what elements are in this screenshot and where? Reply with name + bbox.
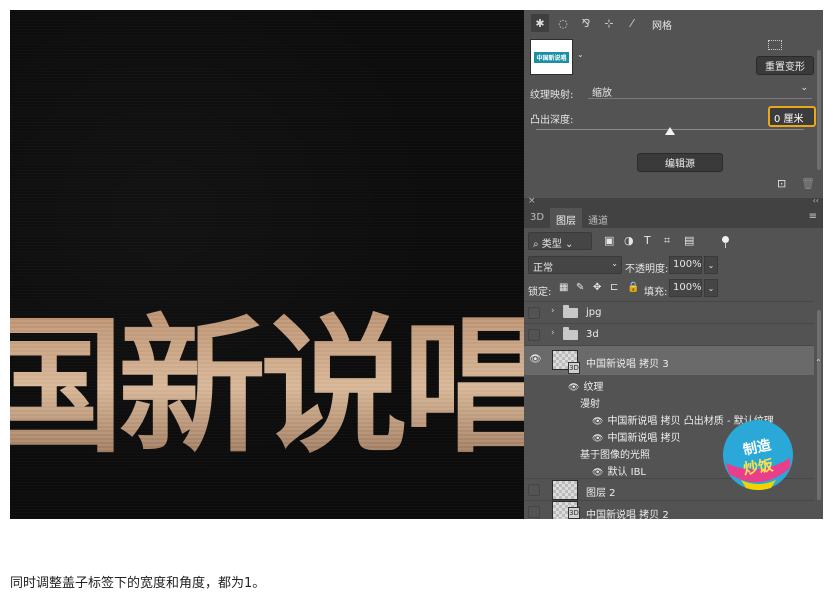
sublayer-label: 默认 IBL: [607, 467, 646, 478]
chevron-down-icon[interactable]: ⌄: [704, 256, 718, 274]
properties-layers-panel: ✱ ◌ ⅋ ⊹ ⁄ 网格 中国新说唱 ⌄ 重置变形 纹理映射: 缩放 ⌄ 凸出深…: [524, 10, 823, 519]
filter-type-label: 类型: [541, 239, 562, 250]
svg-text:国新说唱: 国新说唱: [10, 301, 536, 472]
panel-menu-icon[interactable]: ≡: [809, 211, 817, 222]
brush-icon[interactable]: ⁄: [623, 14, 641, 32]
eye-icon[interactable]: 👁: [592, 434, 603, 444]
folder-icon: [563, 327, 578, 340]
depth-slider-thumb[interactable]: [665, 127, 675, 135]
chevron-down-icon: ⌄: [611, 259, 618, 268]
thumb-label: 中国新说唱: [534, 51, 569, 63]
mesh-mode-icon[interactable]: ✱: [531, 14, 549, 32]
sublayer-label: 中国新说唱 拷贝: [607, 433, 681, 444]
fill-label: 填充:: [644, 287, 668, 298]
texture-mapping-label: 纹理映射:: [530, 90, 574, 101]
trash-icon[interactable]: 🗑: [801, 177, 815, 190]
edit-source-button[interactable]: 编辑源: [637, 153, 723, 172]
chevron-right-icon[interactable]: ›: [551, 328, 555, 338]
sublayer-texture[interactable]: 👁 纹理: [568, 378, 603, 393]
layer-row-selected[interactable]: 👁 3D 中国新说唱 拷贝 3: [524, 345, 814, 375]
eye-icon[interactable]: 👁: [529, 354, 542, 365]
3d-layer-icon: 3D: [568, 507, 580, 519]
opacity-input[interactable]: 100%: [669, 256, 702, 274]
type-filter-icon[interactable]: T: [644, 234, 651, 247]
sublayer-cut-off: 纹理: [580, 515, 600, 519]
folder-icon: [563, 305, 578, 318]
image-filter-icon[interactable]: ▣: [604, 234, 614, 247]
sublayer-label: 基于图像的光照: [580, 450, 650, 461]
3d-layer-icon: 3D: [568, 362, 580, 374]
sublayer-copy[interactable]: 👁 中国新说唱 拷贝: [592, 429, 681, 444]
extrusion-depth-input[interactable]: 0 厘米: [768, 106, 816, 127]
layer-row[interactable]: 3D 中国新说唱 拷贝 2: [524, 500, 814, 519]
mesh-preview-thumbnail[interactable]: 中国新说唱: [530, 39, 573, 75]
layer-name: jpg: [586, 307, 602, 318]
sublayer-label: 纹理: [583, 382, 604, 393]
sublayer-ibl-default[interactable]: 👁 默认 IBL: [592, 463, 646, 478]
layer-row[interactable]: › 3d: [524, 323, 814, 345]
filter-toggle-stem: [725, 242, 726, 248]
layers-panel-header: × ‹‹: [524, 196, 823, 208]
texture-mapping-select[interactable]: 缩放 ⌄: [588, 81, 812, 99]
tab-3d[interactable]: 3D: [524, 208, 550, 228]
chevron-down-icon[interactable]: ⌄: [577, 50, 584, 59]
visibility-toggle[interactable]: [528, 484, 540, 496]
shape-filter-icon[interactable]: ⌗: [664, 234, 670, 248]
lock-artboard-icon[interactable]: ⊏: [610, 282, 618, 293]
blend-mode-select[interactable]: 正常 ⌄: [528, 256, 622, 274]
chevron-down-icon[interactable]: ⌄: [704, 279, 718, 297]
tab-layers[interactable]: 图层: [550, 208, 582, 228]
artwork-3d-text: 国新说唱 国新说唱: [10, 301, 536, 472]
eye-icon[interactable]: 👁: [592, 468, 603, 478]
collapse-icon[interactable]: ‹‹: [813, 196, 819, 205]
properties-scrollbar[interactable]: [817, 50, 821, 170]
layer-thumbnail: [552, 480, 578, 500]
screenshot: 国新说唱 国新说唱 ✱ ◌ ⅋ ⊹ ⁄ 网格 中国新说唱 ⌄ 重置变形 纹理映射…: [10, 10, 823, 519]
deform-icon[interactable]: ◌: [554, 14, 572, 32]
opacity-label: 不透明度:: [625, 264, 669, 275]
layers-tabs: 3D 图层 通道 ≡: [524, 208, 823, 228]
smart-object-filter-icon[interactable]: ▤: [684, 234, 694, 247]
close-icon[interactable]: ×: [528, 196, 536, 206]
visibility-toggle[interactable]: [528, 329, 540, 341]
lock-pixels-icon[interactable]: ✎: [576, 282, 584, 293]
reset-deform-button[interactable]: 重置变形: [756, 56, 814, 75]
layer-name: 中国新说唱 拷贝 3: [586, 359, 669, 370]
extrusion-depth-label: 凸出深度:: [530, 115, 574, 126]
grid-icon: [768, 40, 782, 50]
eye-icon[interactable]: 👁: [568, 383, 579, 393]
cap-icon[interactable]: ⅋: [577, 14, 595, 32]
layer-filter-select[interactable]: ⌕ 类型 ⌄: [528, 232, 592, 250]
layers-scrollbar[interactable]: [817, 310, 821, 500]
sublayer-diffuse[interactable]: 漫射: [580, 395, 600, 410]
chevron-up-icon[interactable]: ⌃: [815, 358, 822, 367]
sublayer-ibl-group[interactable]: 基于图像的光照: [580, 446, 650, 461]
chevron-down-icon: ⌄: [800, 83, 808, 93]
lock-all-icon[interactable]: 🔒: [627, 282, 639, 293]
layer-row[interactable]: › jpg: [524, 301, 814, 323]
visibility-toggle[interactable]: [528, 506, 540, 518]
watermark-logo: 制造 炒饭: [723, 420, 793, 490]
adjustment-filter-icon[interactable]: ◑: [624, 234, 634, 247]
render-icon[interactable]: ⊡: [777, 177, 786, 190]
texture-mapping-value: 缩放: [592, 88, 612, 99]
layer-name: 3d: [586, 329, 599, 340]
sublayer-label: 漫射: [580, 399, 600, 410]
mesh-label: 网格: [652, 21, 672, 32]
visibility-toggle[interactable]: [528, 307, 540, 319]
chevron-right-icon[interactable]: ›: [551, 306, 555, 316]
lock-transparency-icon[interactable]: ▦: [559, 282, 568, 293]
layer-name: 图层 2: [586, 488, 616, 499]
lock-label: 锁定:: [528, 287, 552, 298]
blend-mode-value: 正常: [533, 263, 553, 274]
document-canvas[interactable]: 国新说唱 国新说唱: [10, 10, 536, 519]
tab-channels[interactable]: 通道: [582, 208, 614, 228]
article-caption: 同时调整盖子标签下的宽度和角度，都为1。: [10, 576, 266, 591]
eye-icon[interactable]: 👁: [592, 417, 603, 427]
coordinates-icon[interactable]: ⊹: [600, 14, 618, 32]
fill-input[interactable]: 100%: [669, 279, 702, 297]
lock-position-icon[interactable]: ✥: [593, 282, 601, 293]
